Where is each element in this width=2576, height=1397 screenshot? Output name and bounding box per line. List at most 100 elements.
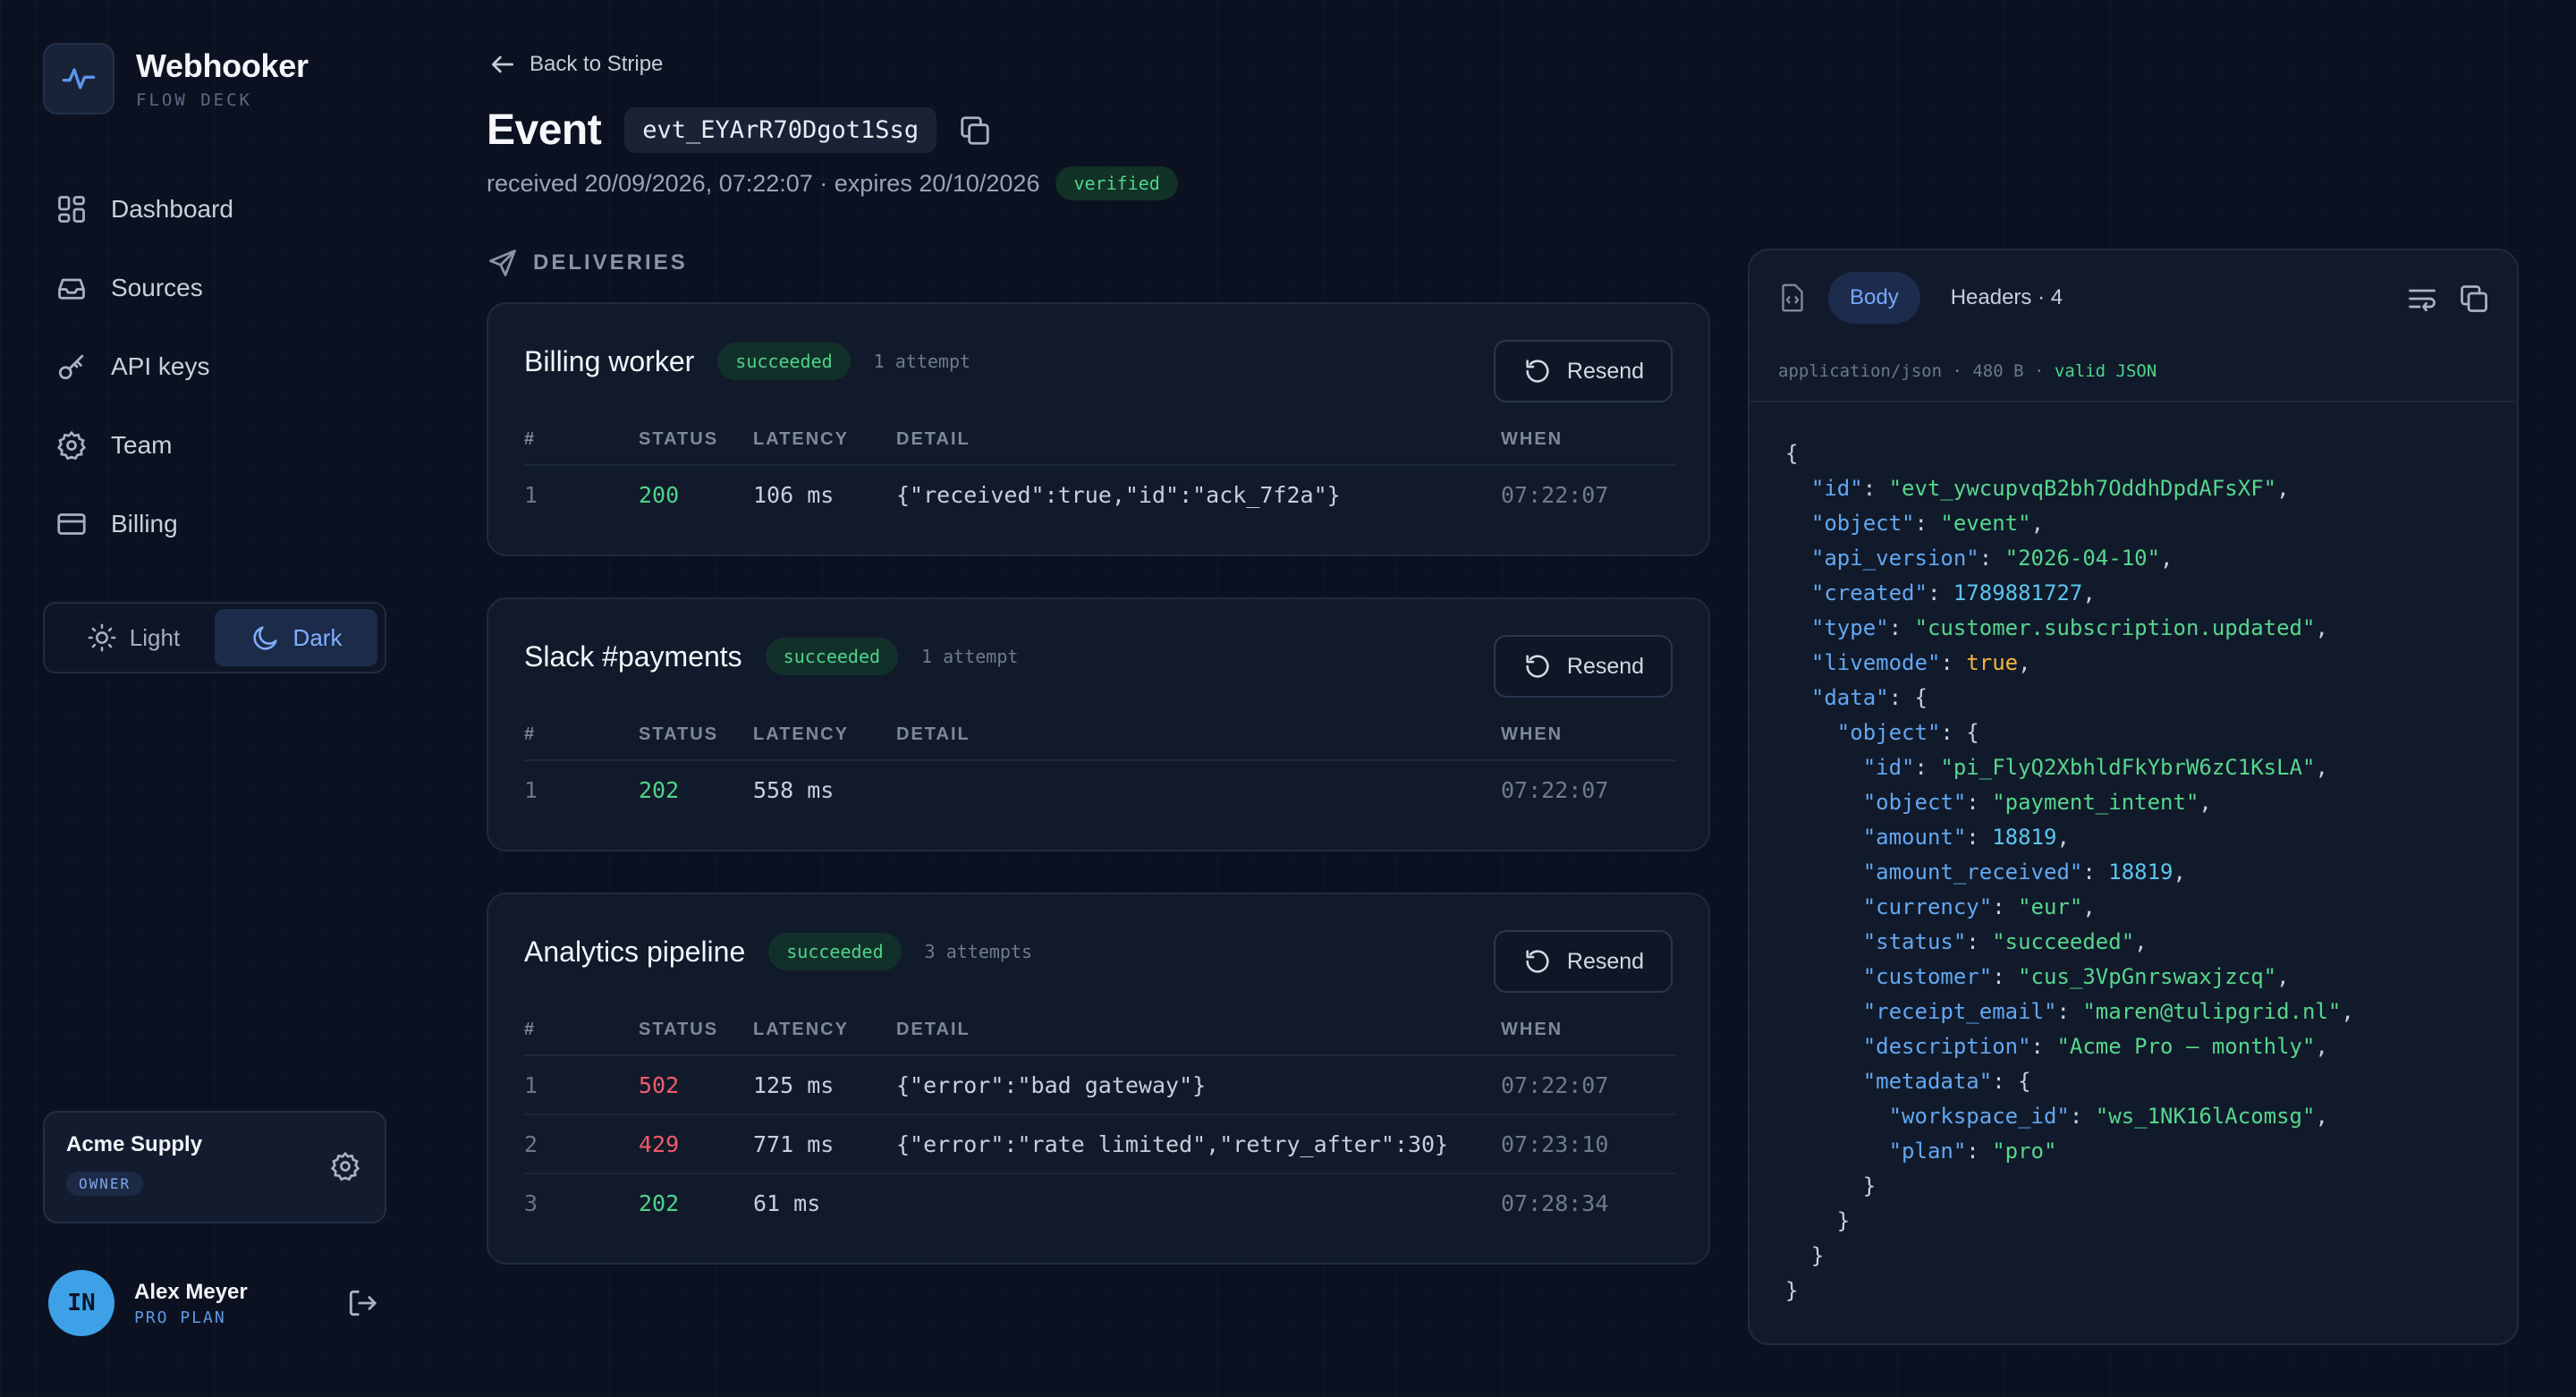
json-token: "object" bbox=[1862, 790, 1967, 815]
json-line: } bbox=[1785, 1274, 2354, 1308]
json-token: , bbox=[2315, 1104, 2328, 1129]
theme-light-button[interactable]: Light bbox=[52, 609, 215, 666]
json-token: : bbox=[1862, 476, 1889, 501]
attempts-table: # STATUS LATENCY DETAIL WHEN 1 200 106 m… bbox=[524, 429, 1676, 524]
detail: {"error":"rate limited","retry_after":30… bbox=[896, 1114, 1501, 1174]
gear-icon[interactable] bbox=[329, 1150, 361, 1182]
status-code: 202 bbox=[639, 777, 680, 803]
json-token: : bbox=[1966, 790, 1993, 815]
json-token: "currency" bbox=[1862, 894, 1993, 919]
col-detail: DETAIL bbox=[896, 724, 1501, 761]
back-link[interactable]: Back to Stripe bbox=[488, 50, 663, 79]
json-token: "amount_received" bbox=[1862, 859, 2083, 885]
json-line: } bbox=[1785, 1204, 2354, 1239]
json-token: "maren@tulipgrid.nl" bbox=[2082, 999, 2342, 1024]
attempt-count: 1 attempt bbox=[921, 646, 1019, 667]
org-card[interactable]: Acme Supply OWNER bbox=[43, 1111, 386, 1223]
sun-icon bbox=[88, 623, 116, 652]
json-line: "livemode": true, bbox=[1785, 646, 2354, 681]
json-token: : bbox=[1966, 1139, 1993, 1164]
credit-card-icon bbox=[57, 513, 86, 535]
when: 07:23:10 bbox=[1501, 1114, 1676, 1174]
col-num: # bbox=[524, 1020, 639, 1056]
when: 07:22:07 bbox=[1501, 777, 1609, 803]
json-line: "id": "pi_FlyQ2XbhldFkYbrW6zC1KsLA", bbox=[1785, 750, 2354, 785]
sidebar-item-billing[interactable]: Billing bbox=[43, 485, 386, 563]
json-token: : bbox=[1914, 755, 1941, 780]
resend-label: Resend bbox=[1566, 358, 1645, 384]
json-token: "customer.subscription.updated" bbox=[1914, 615, 2316, 640]
json-token: true bbox=[1966, 650, 2019, 675]
json-token: 18819 bbox=[1992, 825, 2057, 850]
wrap-text-icon[interactable] bbox=[2406, 283, 2438, 315]
json-token: , bbox=[2276, 964, 2290, 989]
theme-dark-button[interactable]: Dark bbox=[215, 609, 377, 666]
latency: 106 ms bbox=[753, 482, 835, 508]
resend-button[interactable]: Resend bbox=[1494, 635, 1673, 698]
detail bbox=[896, 760, 1501, 819]
json-line: "amount_received": 18819, bbox=[1785, 855, 2354, 890]
col-detail: DETAIL bbox=[896, 1020, 1501, 1056]
json-token: , bbox=[2056, 825, 2070, 850]
delivery-card: Slack #payments succeeded 1 attempt Rese… bbox=[487, 597, 1710, 851]
latency: 558 ms bbox=[753, 777, 835, 803]
col-when: WHEN bbox=[1501, 429, 1676, 466]
json-line: "status": "succeeded", bbox=[1785, 925, 2354, 960]
json-token: "type" bbox=[1810, 615, 1889, 640]
resend-button[interactable]: Resend bbox=[1494, 340, 1673, 402]
sidebar-item-dashboard[interactable]: Dashboard bbox=[43, 170, 386, 249]
json-token: , bbox=[2341, 999, 2354, 1024]
json-token: 18819 bbox=[2108, 859, 2174, 885]
tab-body[interactable]: Body bbox=[1828, 272, 1920, 324]
json-token: "data" bbox=[1810, 685, 1889, 710]
status-badge: succeeded bbox=[717, 343, 851, 380]
json-token: , bbox=[2173, 859, 2186, 885]
json-token: "2026-04-10" bbox=[2004, 546, 2161, 571]
json-line: "api_version": "2026-04-10", bbox=[1785, 541, 2354, 576]
sidebar: Webhooker FLOW DECK Dashboard Sources AP… bbox=[0, 0, 429, 1397]
when: 07:22:07 bbox=[1501, 482, 1609, 508]
latency: 61 ms bbox=[753, 1190, 821, 1216]
json-line: "description": "Acme Pro — monthly", bbox=[1785, 1029, 2354, 1064]
attempts-table: # STATUS LATENCY DETAIL WHEN 1 502 125 m… bbox=[524, 1020, 1676, 1232]
status-code: 502 bbox=[639, 1055, 753, 1115]
arrow-left-icon bbox=[492, 55, 513, 73]
avatar[interactable]: IN bbox=[48, 1270, 114, 1336]
json-token: : { bbox=[1888, 685, 1928, 710]
resend-button[interactable]: Resend bbox=[1494, 930, 1673, 993]
inbox-icon bbox=[58, 278, 85, 300]
content-type: application/json bbox=[1778, 361, 1943, 381]
json-token: "livemode" bbox=[1810, 650, 1941, 675]
attempt-number: 3 bbox=[524, 1190, 538, 1216]
json-token: : bbox=[1992, 894, 2019, 919]
payload-tabs: Body Headers · 4 bbox=[1776, 272, 2084, 324]
col-status: STATUS bbox=[639, 724, 753, 761]
json-token: , bbox=[2160, 546, 2174, 571]
json-token: "api_version" bbox=[1810, 546, 1979, 571]
payload-actions bbox=[2386, 283, 2490, 315]
json-token: "succeeded" bbox=[1992, 929, 2135, 954]
sidebar-item-api-keys[interactable]: API keys bbox=[43, 327, 386, 406]
json-token: { bbox=[1785, 441, 1799, 466]
attempts-table: # STATUS LATENCY DETAIL WHEN 1 202 558 m… bbox=[524, 724, 1676, 819]
tab-headers[interactable]: Headers · 4 bbox=[1929, 272, 2084, 324]
copy-icon[interactable] bbox=[958, 114, 992, 148]
json-line: "workspace_id": "ws_1NK16lAcomsg", bbox=[1785, 1099, 2354, 1134]
event-title-row: Event evt_EYArR70Dgot1Ssg bbox=[487, 106, 992, 155]
copy-icon[interactable] bbox=[2458, 283, 2490, 315]
json-token: : bbox=[1992, 964, 2019, 989]
sidebar-item-team[interactable]: Team bbox=[43, 406, 386, 485]
json-token: "customer" bbox=[1862, 964, 1993, 989]
json-token: "created" bbox=[1810, 580, 1928, 605]
delivery-header: Billing worker succeeded 1 attempt bbox=[524, 340, 970, 383]
sidebar-item-sources[interactable]: Sources bbox=[43, 249, 386, 327]
json-token: : bbox=[2056, 999, 2083, 1024]
logout-icon[interactable] bbox=[345, 1286, 379, 1320]
json-token: "pi_FlyQ2XbhldFkYbrW6zC1KsLA" bbox=[1940, 755, 2316, 780]
table-row: 1 202 558 ms 07:22:07 bbox=[524, 760, 1676, 819]
code-file-icon bbox=[1782, 284, 1803, 312]
